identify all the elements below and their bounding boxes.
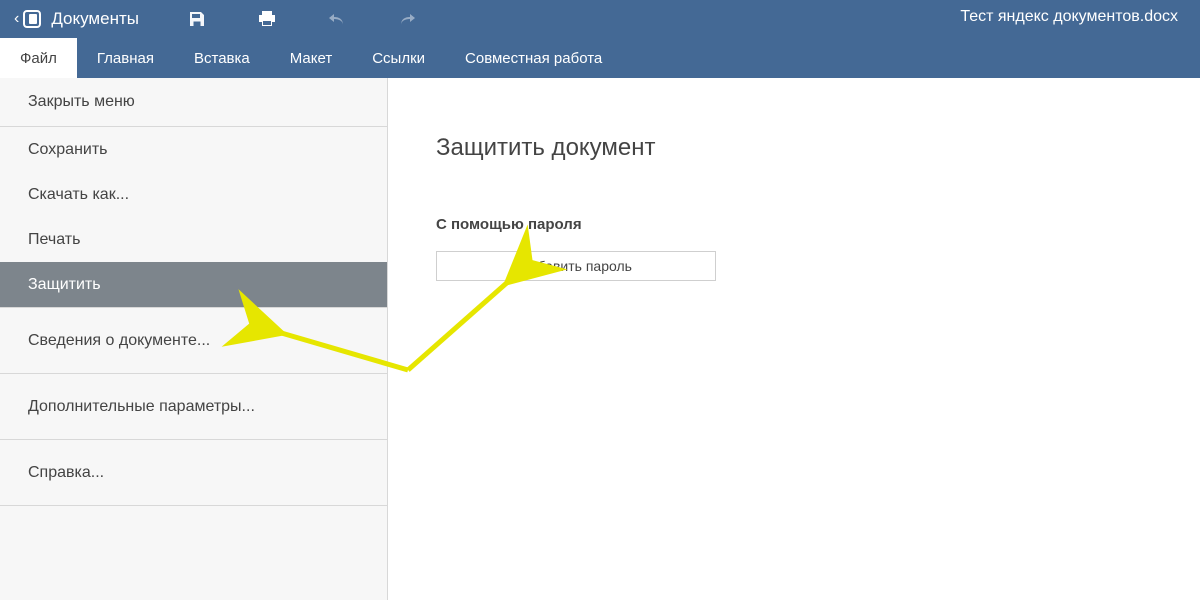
app-title: Документы — [51, 9, 139, 29]
tab-label: Файл — [20, 50, 57, 67]
tab-collab[interactable]: Совместная работа — [445, 38, 622, 78]
redo-icon — [397, 9, 417, 29]
tab-label: Главная — [97, 50, 154, 67]
tab-file[interactable]: Файл — [0, 38, 77, 78]
print-icon[interactable] — [257, 9, 277, 29]
tab-label: Вставка — [194, 50, 250, 67]
tab-home[interactable]: Главная — [77, 38, 174, 78]
tab-layout[interactable]: Макет — [270, 38, 352, 78]
menu-close[interactable]: Закрыть меню — [0, 78, 387, 126]
button-label: Добавить пароль — [520, 258, 632, 274]
undo-icon — [327, 9, 347, 29]
save-icon[interactable] — [187, 9, 207, 29]
menu-print[interactable]: Печать — [0, 217, 387, 262]
toolbar — [187, 9, 417, 29]
menu-help[interactable]: Справка... — [0, 440, 387, 506]
panel-subtitle: С помощью пароля — [436, 216, 1200, 233]
content-area: Закрыть меню Сохранить Скачать как... Пе… — [0, 78, 1200, 600]
menu-download[interactable]: Скачать как... — [0, 172, 387, 217]
menu-advanced[interactable]: Дополнительные параметры... — [0, 374, 387, 440]
menu-protect[interactable]: Защитить — [0, 262, 387, 307]
menu-docinfo[interactable]: Сведения о документе... — [0, 308, 387, 374]
menu-label: Сохранить — [28, 141, 108, 159]
add-password-button[interactable]: Добавить пароль — [436, 251, 716, 281]
menu-label: Справка... — [28, 464, 104, 482]
tab-label: Макет — [290, 50, 332, 67]
app-icon — [21, 8, 43, 30]
title-bar: ‹ Документы Тест яндекс документов.docx — [0, 0, 1200, 38]
tab-links[interactable]: Ссылки — [352, 38, 445, 78]
back-chevron-icon[interactable]: ‹ — [14, 10, 19, 28]
tab-insert[interactable]: Вставка — [174, 38, 270, 78]
menu-label: Скачать как... — [28, 186, 129, 204]
menu-label: Закрыть меню — [28, 93, 135, 111]
protect-panel: Защитить документ С помощью пароля Добав… — [388, 78, 1200, 600]
tab-label: Ссылки — [372, 50, 425, 67]
menu-label: Дополнительные параметры... — [28, 398, 255, 416]
panel-title: Защитить документ — [436, 134, 1200, 162]
tab-label: Совместная работа — [465, 50, 602, 67]
menu-bar: Файл Главная Вставка Макет Ссылки Совмес… — [0, 38, 1200, 78]
menu-label: Печать — [28, 231, 80, 249]
menu-label: Сведения о документе... — [28, 332, 210, 350]
document-name: Тест яндекс документов.docx — [960, 8, 1178, 26]
menu-label: Защитить — [28, 276, 101, 294]
menu-save[interactable]: Сохранить — [0, 127, 387, 172]
file-menu-sidebar: Закрыть меню Сохранить Скачать как... Пе… — [0, 78, 388, 600]
